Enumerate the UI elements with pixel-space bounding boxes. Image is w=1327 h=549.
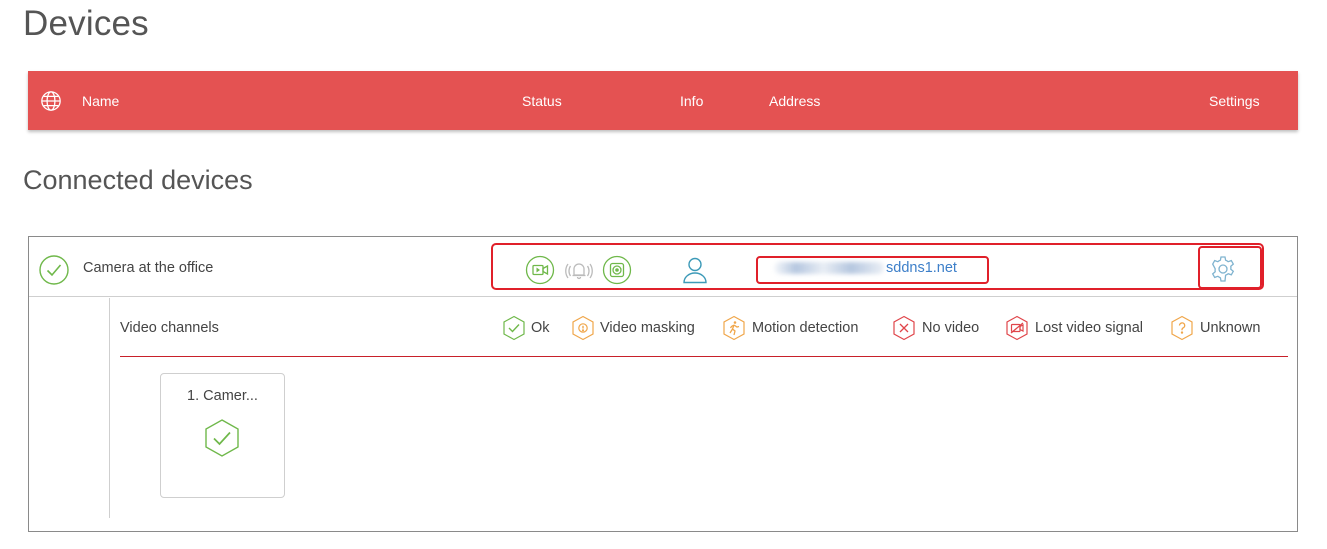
video-masking-hexagon-icon bbox=[572, 315, 594, 341]
alarm-bell-icon[interactable] bbox=[564, 255, 594, 285]
channel-card[interactable]: 1. Camer... bbox=[160, 373, 285, 498]
check-circle-icon bbox=[39, 255, 69, 285]
redacted-address-part bbox=[774, 262, 884, 275]
address-domain: sddns1.net bbox=[886, 260, 957, 276]
legend-label: Video masking bbox=[600, 320, 695, 336]
video-channels-label: Video channels bbox=[120, 320, 219, 336]
recording-icon[interactable] bbox=[602, 255, 632, 285]
video-camera-icon[interactable] bbox=[525, 255, 555, 285]
device-address[interactable]: sddns1.net bbox=[774, 260, 957, 276]
user-icon[interactable] bbox=[682, 256, 708, 284]
legend-label: Motion detection bbox=[752, 320, 859, 336]
devices-table-header: Name Status Info Address Settings bbox=[28, 71, 1298, 130]
channels-divider bbox=[120, 356, 1288, 357]
lost-video-signal-hexagon-icon bbox=[1006, 315, 1028, 341]
device-row[interactable]: Camera at the office sddns1.net bbox=[29, 237, 1297, 297]
no-video-hexagon-icon bbox=[893, 315, 915, 341]
column-header-name[interactable]: Name bbox=[82, 92, 119, 110]
column-header-address[interactable]: Address bbox=[769, 92, 820, 110]
gear-icon[interactable] bbox=[1209, 255, 1237, 283]
legend-label: Lost video signal bbox=[1035, 320, 1144, 336]
section-title: Connected devices bbox=[23, 165, 253, 195]
ok-hexagon-icon bbox=[205, 419, 239, 457]
column-header-settings[interactable]: Settings bbox=[1209, 92, 1260, 110]
legend-label: Ok bbox=[531, 320, 550, 336]
column-header-info[interactable]: Info bbox=[680, 92, 703, 110]
motion-detection-hexagon-icon bbox=[723, 315, 745, 341]
unknown-hexagon-icon bbox=[1171, 315, 1193, 341]
tree-connector-line bbox=[109, 298, 110, 518]
device-panel: Camera at the office sddns1.net Video ch… bbox=[28, 236, 1298, 532]
page-title: Devices bbox=[23, 4, 149, 43]
legend-label: Unknown bbox=[1200, 320, 1261, 336]
globe-icon[interactable] bbox=[40, 90, 62, 112]
legend-label: No video bbox=[922, 320, 980, 336]
ok-hexagon-icon bbox=[503, 315, 525, 341]
channel-name: 1. Camer... bbox=[187, 388, 258, 404]
column-header-status[interactable]: Status bbox=[522, 92, 562, 110]
device-name[interactable]: Camera at the office bbox=[83, 260, 213, 276]
